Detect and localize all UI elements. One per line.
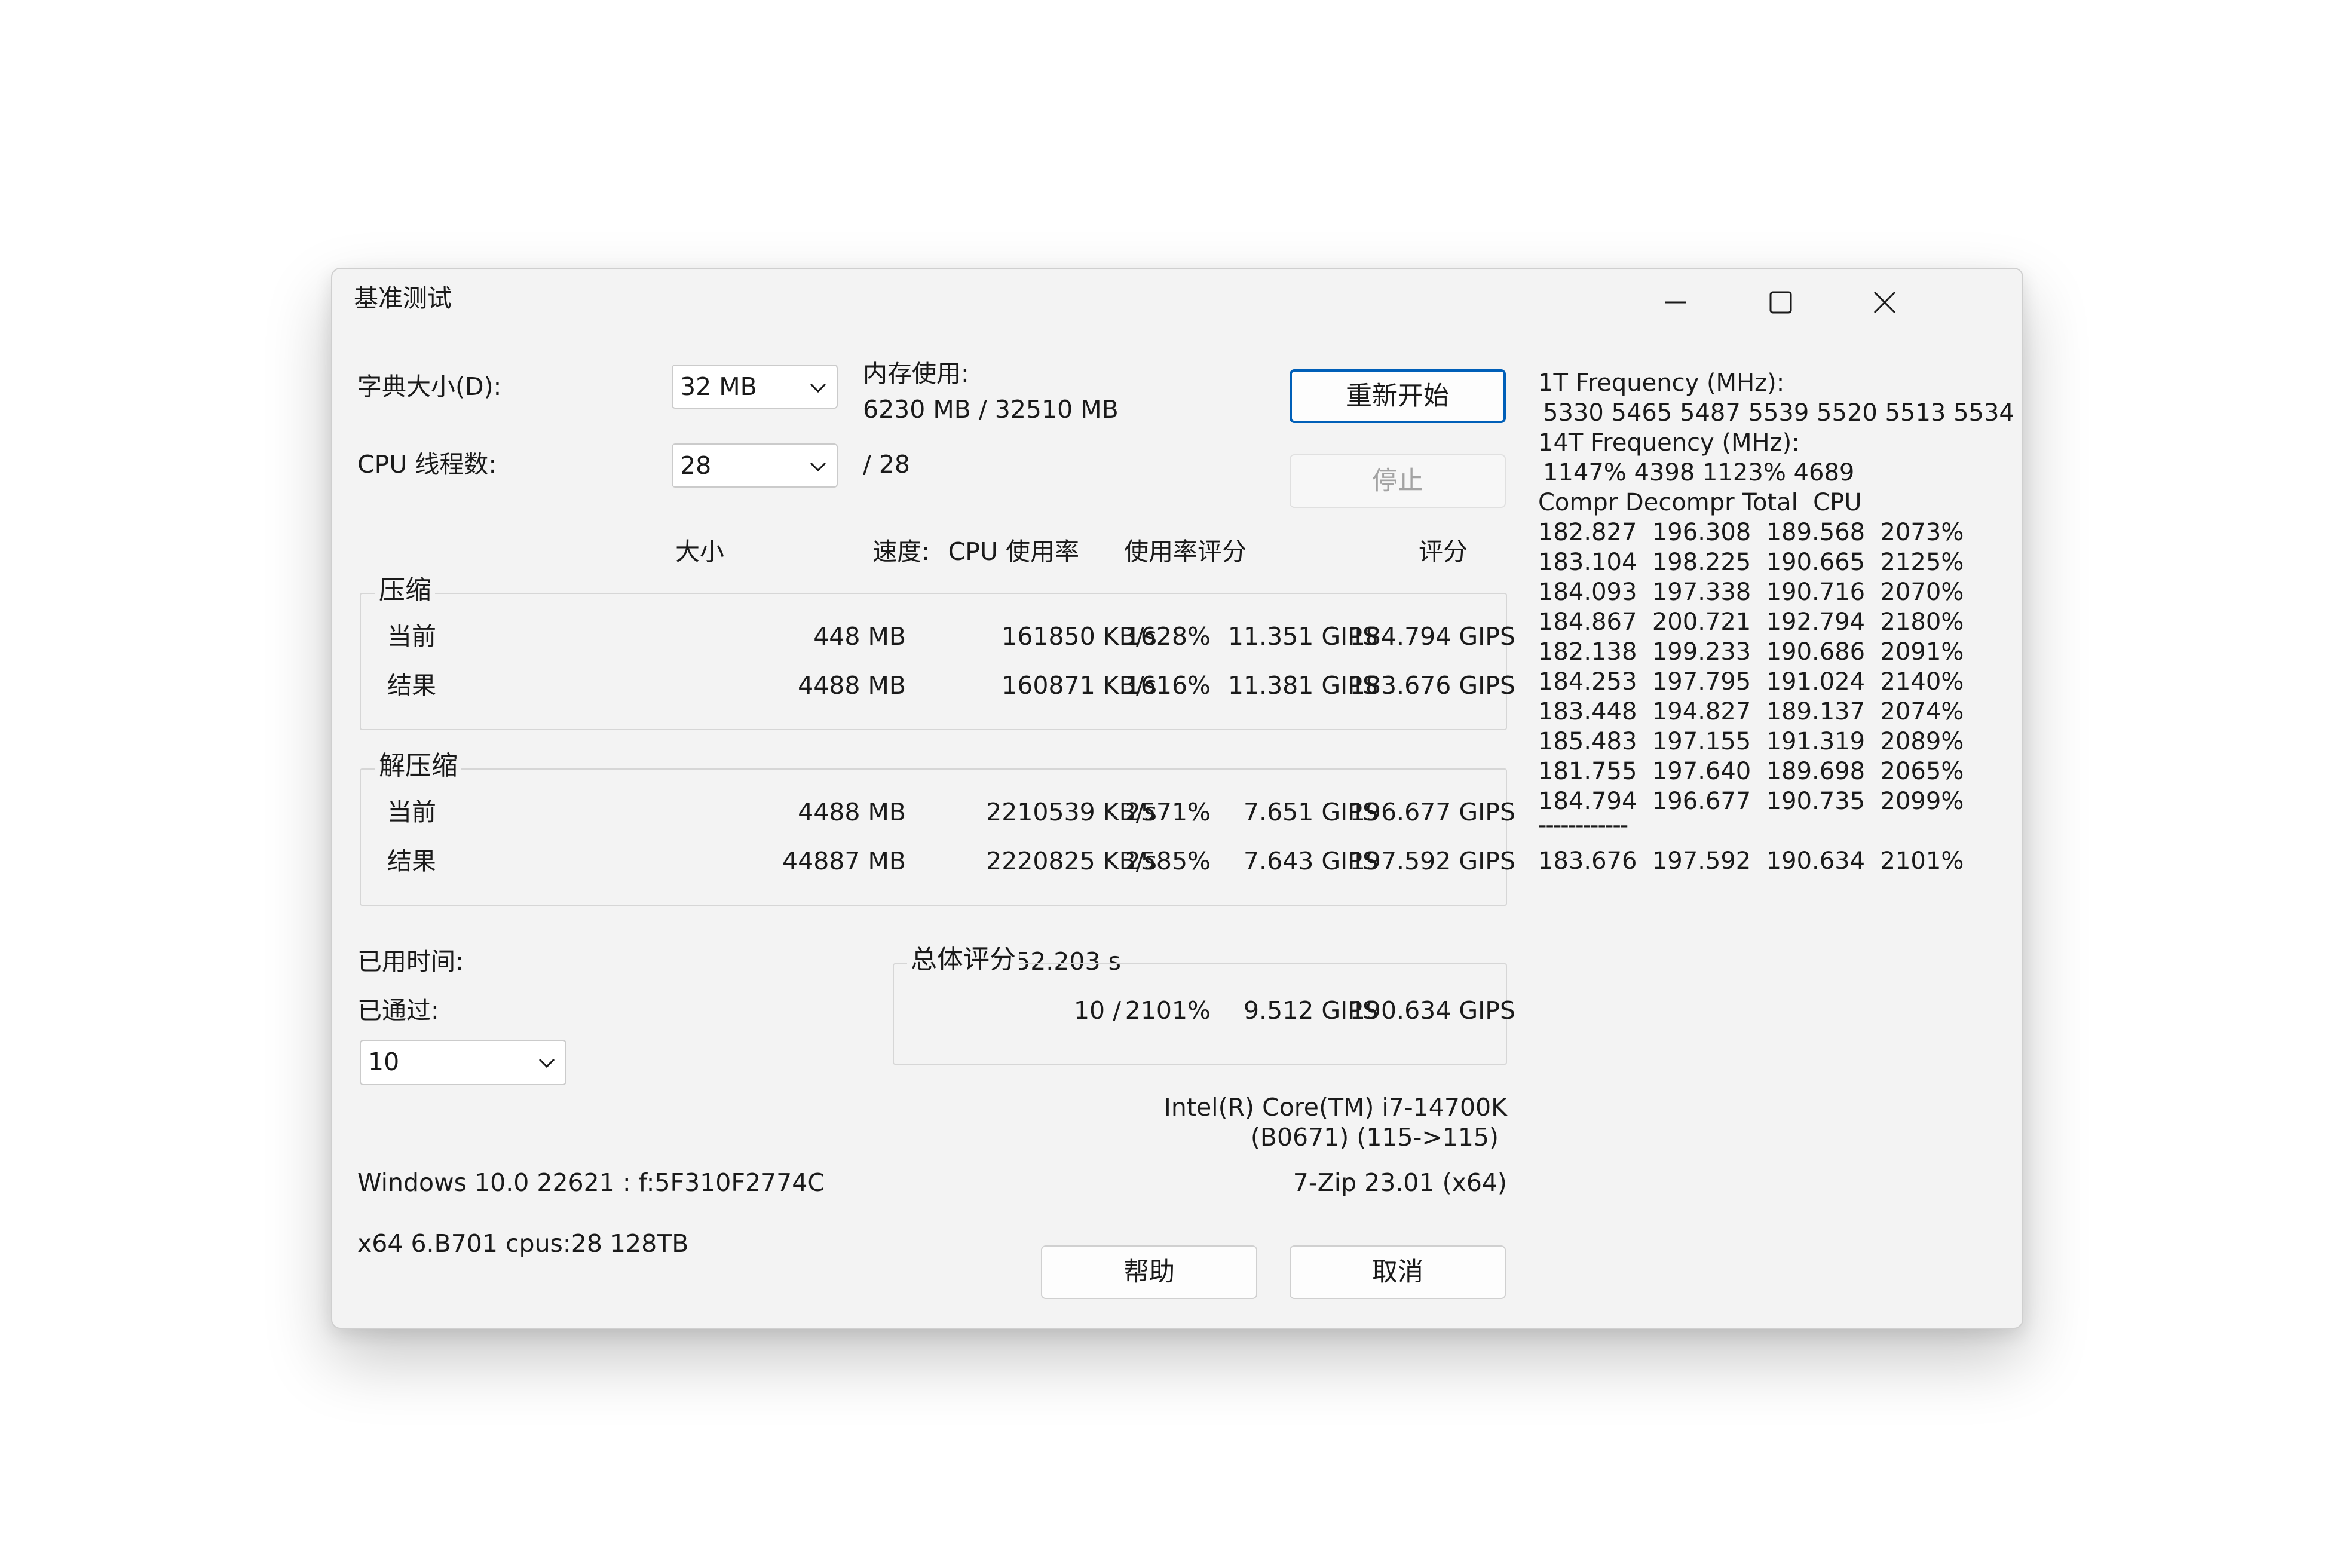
close-button[interactable]: [1843, 269, 1927, 335]
passed-label: 已通过:: [357, 996, 439, 1025]
freq-1t-label: 1T Frequency (MHz):: [1538, 369, 1785, 397]
compress-current-rating: 184.794 GIPS: [1349, 622, 1515, 651]
compress-result-label: 结果: [387, 671, 436, 700]
decompress-legend: 解压缩: [375, 751, 461, 782]
minimize-icon: [1665, 301, 1686, 304]
header-speed: 速度:: [872, 537, 930, 566]
total-rating-legend: 总体评分: [907, 944, 1019, 975]
log-summary: 183.676 197.592 190.634 2101%: [1538, 847, 1964, 875]
decompress-current-rating: 196.677 GIPS: [1349, 798, 1515, 826]
cpu-id: (B0671) (115->115): [1250, 1123, 1499, 1152]
minimize-button[interactable]: [1634, 269, 1717, 335]
maximize-icon: [1769, 291, 1792, 314]
decompress-current-cpu: 2571%: [1125, 798, 1211, 826]
log-columns-header: Compr Decompr Total CPU: [1538, 489, 1862, 516]
log-row: 185.483 197.155 191.319 2089%: [1538, 728, 1964, 755]
log-row: 184.093 197.338 190.716 2070%: [1538, 578, 1964, 606]
freq-1t-values: 5330 5465 5487 5539 5520 5513 5534: [1543, 399, 2014, 427]
freq-14t-values: 1147% 4398 1123% 4689: [1543, 459, 1855, 486]
dict-size-select[interactable]: 32 MB: [672, 365, 838, 409]
cpu-threads-label: CPU 线程数:: [357, 450, 497, 479]
log-row: 184.867 200.721 192.794 2180%: [1538, 608, 1964, 636]
total-rating: 190.634 GIPS: [1349, 996, 1515, 1025]
log-row: 182.827 196.308 189.568 2073%: [1538, 519, 1964, 546]
decompress-result-label: 结果: [387, 847, 436, 875]
header-cpu-usage: CPU 使用率: [948, 537, 1079, 566]
log-row: 181.755 197.640 189.698 2065%: [1538, 758, 1964, 785]
cpu-threads-value: 28: [680, 451, 712, 480]
header-size: 大小: [675, 537, 724, 566]
cpu-name: Intel(R) Core(TM) i7-14700K: [1163, 1093, 1507, 1122]
restart-button[interactable]: 重新开始: [1290, 369, 1506, 423]
cpu-threads-max: / 28: [863, 450, 911, 479]
compress-result-cpu: 1616%: [1125, 671, 1211, 700]
close-icon: [1873, 291, 1896, 314]
arch-info: x64 6.B701 cpus:28 128TB: [357, 1229, 689, 1258]
log-row: 184.253 197.795 191.024 2140%: [1538, 668, 1964, 696]
log-separator: ------------: [1538, 811, 1628, 839]
dict-size-label: 字典大小(D):: [357, 372, 502, 401]
dict-size-value: 32 MB: [680, 372, 757, 401]
log-row: 183.448 194.827 189.137 2074%: [1538, 698, 1964, 725]
decompress-current-size: 4488 MB: [798, 798, 906, 826]
total-cpu: 2101%: [1125, 996, 1211, 1025]
memory-usage-value: 6230 MB / 32510 MB: [863, 395, 1119, 424]
window-title: 基准测试: [354, 284, 452, 313]
memory-usage-label: 内存使用:: [863, 359, 969, 388]
compress-current-size: 448 MB: [813, 622, 906, 651]
compress-result-rating: 183.676 GIPS: [1349, 671, 1515, 700]
decompress-result-rating: 197.592 GIPS: [1349, 847, 1515, 875]
compress-current-cpu: 1628%: [1125, 622, 1211, 651]
benchmark-window: 基准测试 字典大小(D): 32 MB 内存使用: 6230 MB / 3251…: [331, 268, 2023, 1329]
passes-value: 10: [368, 1048, 400, 1076]
cpu-threads-select[interactable]: 28: [672, 443, 838, 488]
header-rating: 评分: [1419, 537, 1468, 566]
elapsed-time-label: 已用时间:: [357, 947, 464, 976]
cancel-button[interactable]: 取消: [1290, 1245, 1506, 1299]
chevron-down-icon: [810, 462, 826, 472]
log-row: 182.138 199.233 190.686 2091%: [1538, 638, 1964, 666]
freq-14t-label: 14T Frequency (MHz):: [1538, 429, 1800, 457]
maximize-button[interactable]: [1739, 269, 1823, 335]
compress-current-label: 当前: [387, 622, 436, 651]
help-button[interactable]: 帮助: [1041, 1245, 1257, 1299]
compress-legend: 压缩: [375, 575, 435, 606]
compress-group: [360, 593, 1507, 730]
chevron-down-icon: [538, 1058, 555, 1068]
decompress-current-label: 当前: [387, 798, 436, 826]
stop-button[interactable]: 停止: [1290, 454, 1506, 508]
os-info: Windows 10.0 22621 : f:5F310F2774C: [357, 1168, 825, 1197]
chevron-down-icon: [810, 383, 826, 393]
compress-result-size: 4488 MB: [798, 671, 906, 700]
header-usage-rating: 使用率评分: [1124, 537, 1247, 566]
passes-select[interactable]: 10: [360, 1040, 566, 1085]
decompress-result-cpu: 2585%: [1125, 847, 1211, 875]
decompress-group: [360, 768, 1507, 906]
decompress-result-size: 44887 MB: [782, 847, 906, 875]
zip-version: 7-Zip 23.01 (x64): [1293, 1168, 1507, 1197]
log-row: 183.104 198.225 190.665 2125%: [1538, 549, 1964, 576]
